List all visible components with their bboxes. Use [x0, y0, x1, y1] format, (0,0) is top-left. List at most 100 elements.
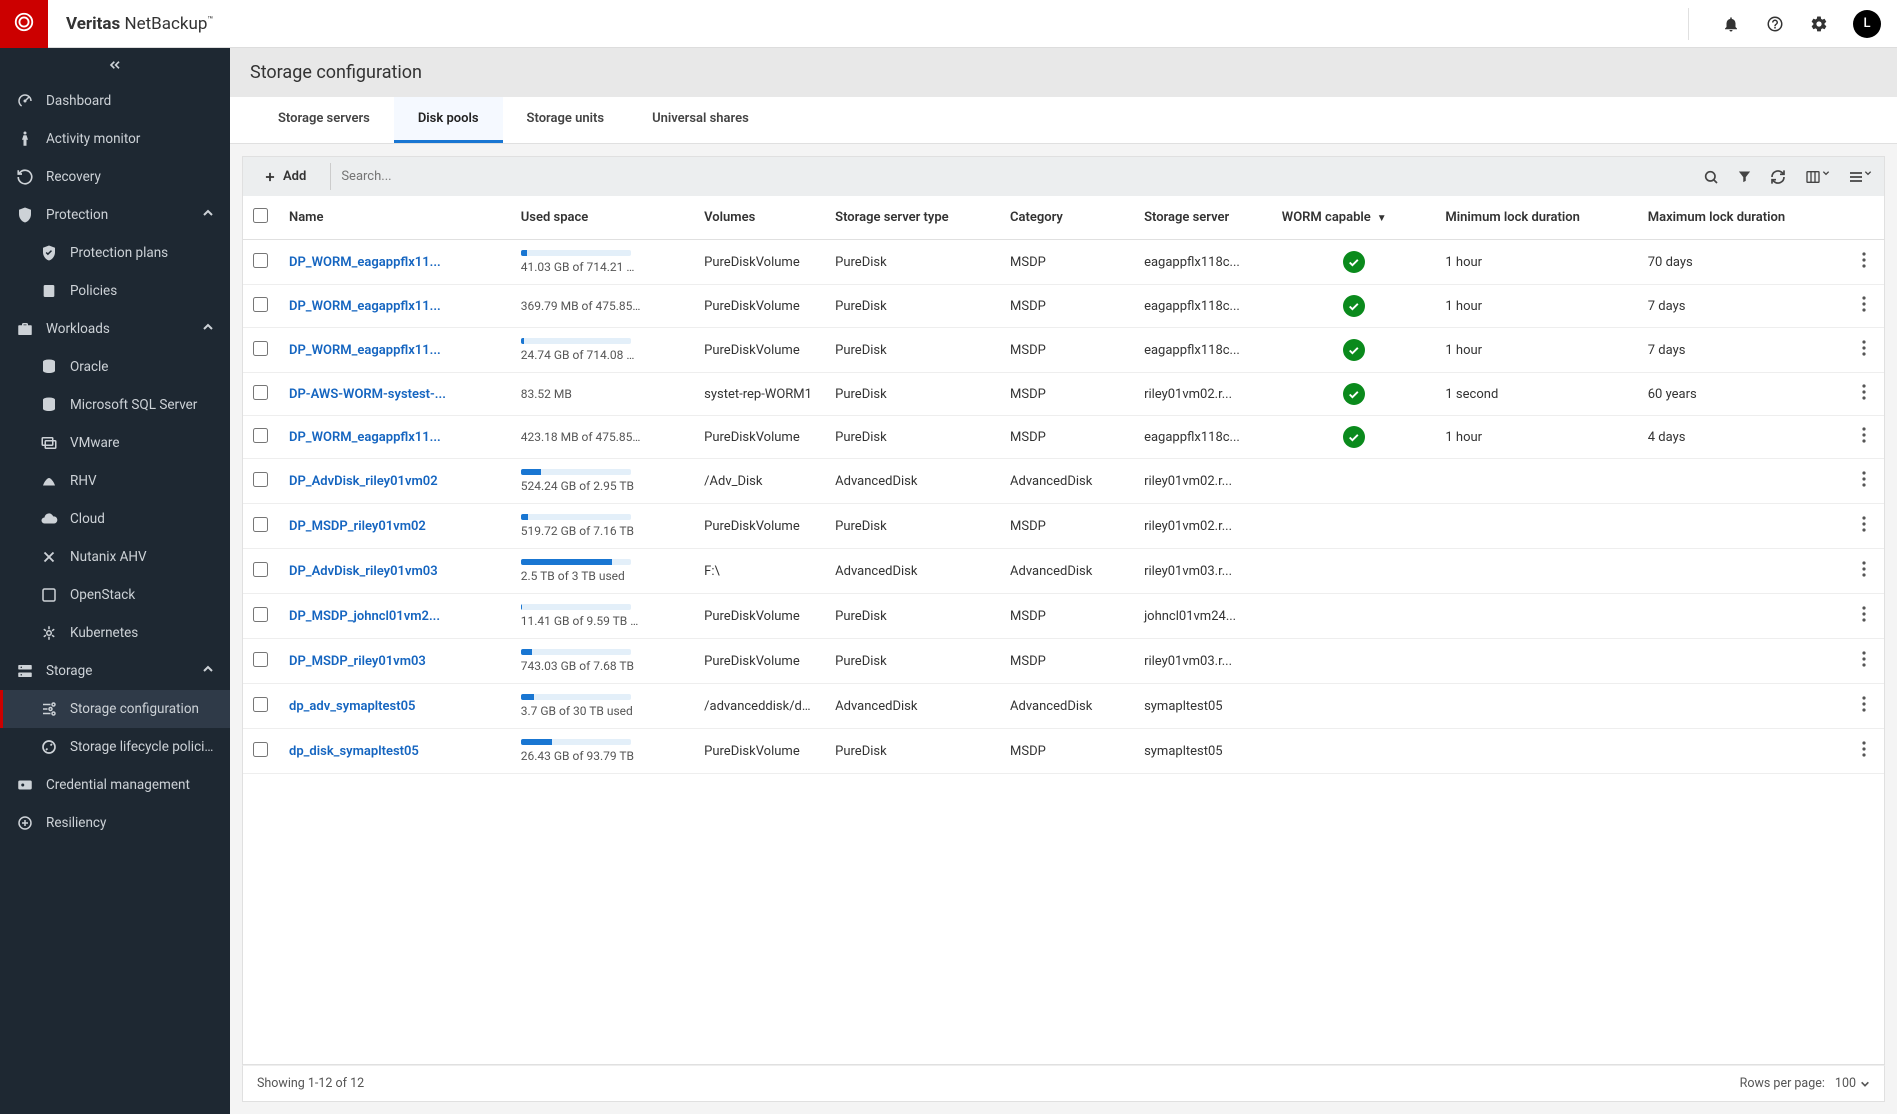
row-menu-button[interactable]: [1854, 521, 1874, 536]
row-checkbox[interactable]: [253, 742, 268, 757]
row-menu-button[interactable]: [1854, 345, 1874, 360]
tab-universal-shares[interactable]: Universal shares: [628, 97, 773, 143]
disk-pool-name-link[interactable]: DP_WORM_eagappflx11...: [289, 343, 449, 358]
disk-pool-name-link[interactable]: dp_adv_symapltest05: [289, 699, 449, 714]
row-checkbox[interactable]: [253, 297, 268, 312]
sidebar-item-storage-lifecycle-policies[interactable]: Storage lifecycle policies: [0, 728, 230, 766]
row-checkbox[interactable]: [253, 562, 268, 577]
disk-pool-name-link[interactable]: DP_AdvDisk_riley01vm03: [289, 564, 449, 579]
col-name[interactable]: Name: [279, 196, 511, 240]
min-lock-cell: [1435, 639, 1637, 684]
row-menu-button[interactable]: [1854, 656, 1874, 671]
shield-check-icon: [40, 244, 58, 262]
disk-pool-name-link[interactable]: DP_WORM_eagappflx11...: [289, 299, 449, 314]
search-input[interactable]: [330, 163, 1691, 190]
sidebar-item-workloads[interactable]: Workloads: [0, 310, 230, 348]
sidebar-item-protection[interactable]: Protection: [0, 196, 230, 234]
row-menu-button[interactable]: [1854, 611, 1874, 626]
notifications-icon[interactable]: [1721, 14, 1741, 34]
usage-bar: [521, 250, 631, 256]
sidebar-item-protection-plans[interactable]: Protection plans: [0, 234, 230, 272]
cloud-icon: [40, 510, 58, 528]
row-menu-button[interactable]: [1854, 476, 1874, 491]
max-lock-cell: [1638, 639, 1844, 684]
disk-pool-name-link[interactable]: DP_AdvDisk_riley01vm02: [289, 474, 449, 489]
col-maxlock[interactable]: Maximum lock duration: [1638, 196, 1844, 240]
row-checkbox[interactable]: [253, 652, 268, 667]
sidebar-item-credential-management[interactable]: Credential management: [0, 766, 230, 804]
row-checkbox[interactable]: [253, 517, 268, 532]
user-avatar[interactable]: L: [1853, 10, 1881, 38]
storage-server-type-cell: PureDisk: [825, 285, 1000, 328]
sidebar-item-oracle[interactable]: Oracle: [0, 348, 230, 386]
sidebar-item-microsoft-sql-server[interactable]: Microsoft SQL Server: [0, 386, 230, 424]
sidebar-item-openstack[interactable]: OpenStack: [0, 576, 230, 614]
row-checkbox[interactable]: [253, 341, 268, 356]
row-menu-button[interactable]: [1854, 257, 1874, 272]
disk-pool-name-link[interactable]: DP-AWS-WORM-systest-...: [289, 387, 449, 402]
sidebar-item-resiliency[interactable]: Resiliency: [0, 804, 230, 842]
sidebar-item-kubernetes[interactable]: Kubernetes: [0, 614, 230, 652]
sidebar-item-policies[interactable]: Policies: [0, 272, 230, 310]
row-menu-button[interactable]: [1854, 566, 1874, 581]
storage-server-type-cell: PureDisk: [825, 240, 1000, 285]
row-menu-button[interactable]: [1854, 301, 1874, 316]
col-sstype[interactable]: Storage server type: [825, 196, 1000, 240]
tab-disk-pools[interactable]: Disk pools: [394, 97, 503, 143]
col-sserver[interactable]: Storage server: [1134, 196, 1272, 240]
disk-pool-name-link[interactable]: DP_WORM_eagappflx11...: [289, 430, 449, 445]
col-check: [243, 196, 279, 240]
row-checkbox[interactable]: [253, 385, 268, 400]
tab-storage-units[interactable]: Storage units: [503, 97, 629, 143]
help-icon[interactable]: [1765, 14, 1785, 34]
sidebar-item-rhv[interactable]: RHV: [0, 462, 230, 500]
col-used[interactable]: Used space: [511, 196, 694, 240]
sidebar-collapse-button[interactable]: [0, 48, 230, 82]
category-cell: MSDP: [1000, 639, 1134, 684]
sidebar-item-dashboard[interactable]: Dashboard: [0, 82, 230, 120]
refresh-icon[interactable]: [1770, 169, 1786, 185]
check-circle-icon: [1343, 339, 1365, 361]
row-menu-button[interactable]: [1854, 746, 1874, 761]
filter-icon[interactable]: [1737, 169, 1752, 184]
table-row: dp_adv_symapltest05 3.7 GB of 30 TB used…: [243, 684, 1884, 729]
settings-icon[interactable]: [1809, 14, 1829, 34]
density-icon[interactable]: [1848, 169, 1872, 185]
row-checkbox[interactable]: [253, 607, 268, 622]
disk-pool-name-link[interactable]: DP_MSDP_riley01vm02: [289, 519, 449, 534]
row-checkbox[interactable]: [253, 697, 268, 712]
row-menu-button[interactable]: [1854, 389, 1874, 404]
sidebar-item-storage-configuration[interactable]: Storage configuration: [0, 690, 230, 728]
storage-server-cell: johncl01vm24...: [1134, 594, 1272, 639]
tab-storage-servers[interactable]: Storage servers: [254, 97, 394, 143]
col-volumes[interactable]: Volumes: [694, 196, 825, 240]
row-checkbox[interactable]: [253, 428, 268, 443]
sidebar-item-storage[interactable]: Storage: [0, 652, 230, 690]
disk-pool-name-link[interactable]: dp_disk_symapltest05: [289, 744, 449, 759]
sidebar-item-activity-monitor[interactable]: Activity monitor: [0, 120, 230, 158]
select-all-checkbox[interactable]: [253, 208, 268, 223]
storage-server-type-cell: AdvancedDisk: [825, 459, 1000, 504]
sidebar-item-cloud[interactable]: Cloud: [0, 500, 230, 538]
col-minlock[interactable]: Minimum lock duration: [1435, 196, 1637, 240]
row-menu-button[interactable]: [1854, 701, 1874, 716]
col-category[interactable]: Category: [1000, 196, 1134, 240]
disk-pool-name-link[interactable]: DP_MSDP_riley01vm03: [289, 654, 449, 669]
search-icon[interactable]: [1703, 169, 1719, 185]
col-worm[interactable]: WORM capable▼: [1272, 196, 1436, 240]
chevron-up-icon: [202, 321, 214, 337]
disk-pool-name-link[interactable]: DP_WORM_eagappflx11...: [289, 255, 449, 270]
rows-per-page-select[interactable]: 100: [1835, 1076, 1870, 1091]
sidebar-item-vmware[interactable]: VMware: [0, 424, 230, 462]
row-checkbox[interactable]: [253, 472, 268, 487]
add-button[interactable]: Add: [255, 165, 314, 188]
sidebar-item-nutanix-ahv[interactable]: Nutanix AHV: [0, 538, 230, 576]
sidebar-item-recovery[interactable]: Recovery: [0, 158, 230, 196]
usage-bar: [521, 604, 631, 610]
table-toolbar: Add: [242, 156, 1885, 196]
row-checkbox[interactable]: [253, 253, 268, 268]
nav-label: Workloads: [46, 321, 190, 337]
columns-icon[interactable]: [1804, 169, 1830, 185]
row-menu-button[interactable]: [1854, 432, 1874, 447]
disk-pool-name-link[interactable]: DP_MSDP_johncl01vm2...: [289, 609, 449, 624]
